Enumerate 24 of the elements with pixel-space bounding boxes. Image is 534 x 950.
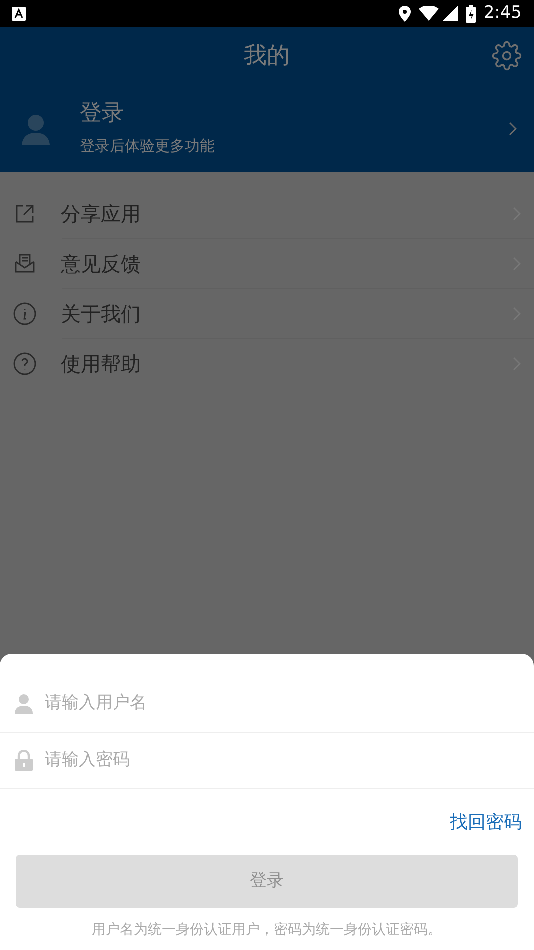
page-title: 我的 [244,42,290,71]
profile-subtitle: 登录后体验更多功能 [80,136,216,157]
menu-item[interactable]: 意见反馈 [0,239,534,289]
person-icon [15,694,33,714]
password-field[interactable]: 请输入密码 [45,748,519,774]
settings-icon[interactable] [492,41,522,71]
chevron-icon [508,120,518,136]
lock-icon [15,750,33,771]
forgot-password-link[interactable]: 找回密码 [450,809,522,836]
username-field[interactable]: 请输入用户名 [45,691,519,717]
status-time: 2:45 [484,2,522,25]
menu-item[interactable]: 关于我们 [0,289,534,339]
profile-row[interactable]: 登录 登录后体验更多功能 [0,85,534,172]
app-notification-icon [12,6,26,20]
location-icon [398,6,411,22]
battery-icon [466,4,476,22]
menu-item[interactable]: 使用帮助 [0,339,534,389]
wifi-icon [418,6,439,21]
info-icon [13,302,37,326]
profile-name: 登录 [80,100,125,127]
login-note: 用户名为统一身份认证用户，密码为统一身份认证密码。 [91,921,443,940]
menu-item[interactable]: 分享应用 [0,189,534,239]
signal-icon [442,6,458,21]
help-icon [13,352,37,376]
